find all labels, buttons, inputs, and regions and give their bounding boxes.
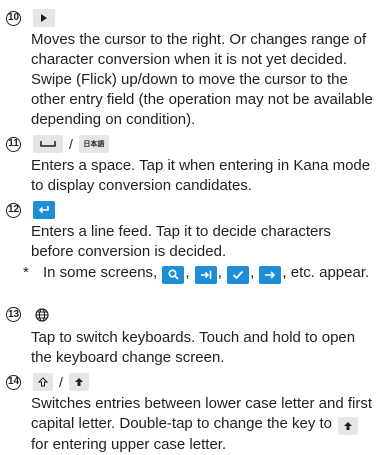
item-13-description: Tap to switch keyboards. Touch and hold … bbox=[31, 329, 356, 366]
conversion-key-icon: 日本語 bbox=[78, 135, 109, 153]
search-key-icon bbox=[162, 265, 185, 284]
item-10-description: Moves the cursor to the right. Or change… bbox=[31, 31, 373, 128]
go-key-icon bbox=[259, 266, 282, 284]
note-text-after: , etc. appear. bbox=[282, 264, 370, 281]
shift-filled-key-inline-icon bbox=[338, 417, 359, 435]
item-number-13: 13 bbox=[6, 307, 21, 322]
item-14-description: Switches entries between lower case lett… bbox=[31, 394, 377, 455]
key-separator-2: / bbox=[59, 374, 63, 390]
key-separator: / bbox=[69, 136, 73, 152]
check-key-icon bbox=[227, 266, 250, 284]
item-number-10: 10 bbox=[6, 10, 21, 26]
shift-outline-key-icon bbox=[33, 373, 53, 391]
right-arrow-key-icon bbox=[33, 9, 55, 27]
item-14-header: 14 / bbox=[6, 373, 89, 391]
item-number-11: 11 bbox=[6, 136, 21, 152]
item-14-description-text: Switches entries between lower case lett… bbox=[31, 395, 372, 432]
item-10-header: 10 bbox=[6, 9, 55, 27]
item-12-header: 12 bbox=[6, 201, 55, 219]
shift-filled-key-icon bbox=[68, 373, 89, 391]
item-13-header: 13 bbox=[6, 307, 49, 322]
item-11-description: Enters a space. Tap it when entering in … bbox=[31, 157, 371, 194]
item-12-note: * In some screens, , , , , etc. appear. bbox=[23, 263, 377, 284]
note-marker: * bbox=[23, 264, 29, 281]
item-12-description: Enters a line feed. Tap it to decide cha… bbox=[31, 223, 331, 260]
item-11-header: 11 / 日本語 bbox=[6, 135, 109, 153]
globe-key-icon bbox=[35, 307, 49, 322]
note-text-before: In some screens, bbox=[43, 264, 158, 281]
enter-key-icon bbox=[33, 201, 55, 219]
item-number-14: 14 bbox=[6, 374, 21, 390]
next-field-key-icon bbox=[194, 266, 217, 284]
space-key-icon bbox=[33, 135, 63, 153]
item-number-12: 12 bbox=[6, 202, 21, 218]
item-14-description-end: for entering upper case letter. bbox=[31, 436, 227, 453]
